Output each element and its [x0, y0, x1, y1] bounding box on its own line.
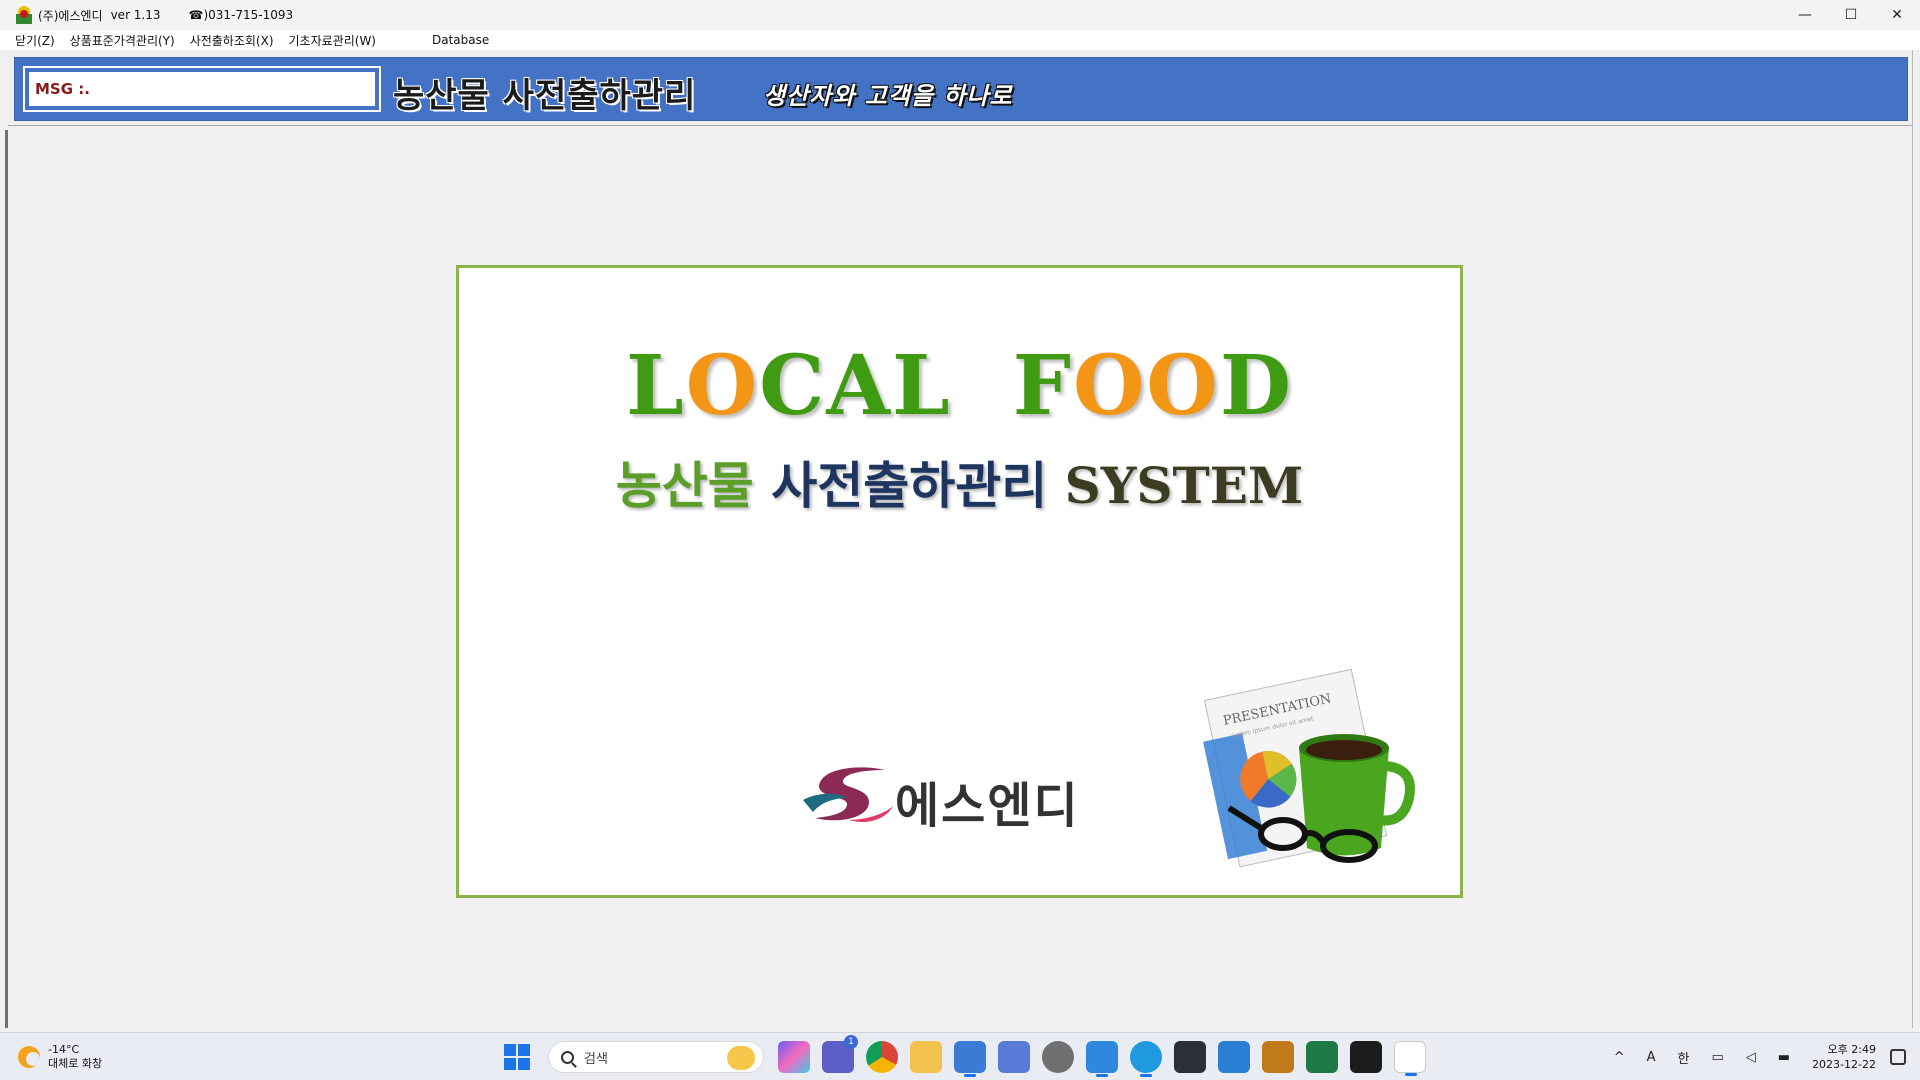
tray-chevron-icon[interactable]: ^ [1614, 1050, 1625, 1065]
system-subtitle: 농산물 사전출하관리 SYSTEM [459, 446, 1460, 518]
arrow-app-icon[interactable] [1086, 1041, 1118, 1077]
nox-app-icon[interactable] [1174, 1041, 1206, 1073]
subtitle-green: 농산물 [615, 457, 754, 515]
subtitle-olive: SYSTEM [1064, 456, 1304, 515]
minimize-button[interactable]: — [1782, 0, 1828, 30]
weather-temp: -14°C [48, 1043, 80, 1056]
clock-date: 2023-12-22 [1812, 1058, 1876, 1071]
menu-close[interactable]: 닫기(Z) [15, 32, 55, 49]
title-part: D [1219, 338, 1293, 434]
network-icon[interactable]: ▭ [1711, 1050, 1723, 1065]
edge-browser-icon[interactable] [1130, 1041, 1162, 1077]
search-highlight-icon [727, 1046, 755, 1070]
menu-bar: 닫기(Z) 상품표준가격관리(Y) 사전출하조회(X) 기초자료관리(W) Da… [0, 30, 1920, 50]
weather-desc: 대체로 화창 [48, 1057, 103, 1070]
settings-gear-icon[interactable] [1042, 1041, 1074, 1073]
company-s-logo-icon [803, 767, 893, 823]
search-placeholder: 검색 [584, 1051, 608, 1067]
excel-icon[interactable] [1306, 1041, 1338, 1073]
menu-standard-price[interactable]: 상품표준가격관리(Y) [70, 32, 175, 49]
remote-desktop-icon[interactable] [1218, 1041, 1250, 1073]
menu-database[interactable]: Database [432, 33, 489, 47]
weather-sun-icon [18, 1046, 40, 1068]
notification-icon[interactable] [1890, 1049, 1906, 1065]
terminal-icon[interactable] [1350, 1041, 1382, 1073]
start-button[interactable] [504, 1044, 530, 1070]
local-food-title: LOCAL FOOD [459, 338, 1460, 434]
menu-preshipment-inquiry[interactable]: 사전출하조회(X) [190, 32, 274, 49]
window-controls: — ☐ ✕ [1782, 0, 1920, 30]
left-border-line [5, 130, 8, 1028]
version-label: ver 1.13 [110, 8, 161, 22]
msg-box-frame: MSG :. [23, 66, 381, 112]
file-explorer-icon[interactable] [910, 1041, 942, 1073]
media-app-icon[interactable] [1262, 1041, 1294, 1073]
menu-basic-data[interactable]: 기초자료관리(W) [289, 32, 376, 49]
copilot-icon[interactable] [778, 1041, 810, 1073]
clock-time: 오후 2:49 [1827, 1043, 1876, 1056]
phone-label: ☎)031-715-1093 [188, 8, 294, 22]
header-banner: MSG :. 농산물 사전출하관리 생산자와 고객을 하나로 [14, 57, 1908, 121]
weather-widget[interactable]: -14°C 대체로 화창 [18, 1043, 102, 1071]
battery-icon[interactable]: ▬ [1778, 1050, 1790, 1065]
company-logo: 에스엔디 [799, 758, 1139, 834]
banner-title: 농산물 사전출하관리 [393, 76, 697, 116]
msg-field[interactable]: MSG :. [29, 72, 375, 106]
maximize-button[interactable]: ☐ [1828, 0, 1874, 30]
banner-slogan: 생산자와 고객을 하나로 [763, 82, 1013, 110]
media-player-icon[interactable] [998, 1041, 1030, 1073]
taskbar-apps: 검색 1 [504, 1035, 1438, 1077]
snd-app-icon[interactable] [1394, 1041, 1426, 1076]
company-name: 에스엔디 [895, 778, 1080, 834]
right-border-line [1912, 50, 1913, 1028]
volume-icon[interactable]: ◁ [1746, 1050, 1756, 1065]
title-part: L [626, 338, 686, 434]
search-icon [561, 1050, 574, 1064]
taskbar: -14°C 대체로 화창 검색 1 ^ A 한 ▭ ◁ ▬ 오후 2:49 20… [0, 1032, 1920, 1080]
title-part: OO [1072, 338, 1220, 434]
title-bar: (주)에스엔디 ver 1.13 ☎)031-715-1093 — ☐ ✕ [0, 0, 1920, 30]
mail-icon[interactable] [954, 1041, 986, 1077]
system-tray: ^ A 한 ▭ ◁ ▬ 오후 2:49 2023-12-22 [1614, 1033, 1906, 1080]
window-title: (주)에스엔디 [38, 8, 103, 23]
header-divider [8, 125, 1912, 126]
close-button[interactable]: ✕ [1874, 0, 1920, 30]
chrome-icon[interactable] [866, 1041, 898, 1073]
ime-indicator[interactable]: 한 [1678, 1048, 1690, 1067]
title-part: CAL F [759, 338, 1073, 434]
taskbar-search[interactable]: 검색 [548, 1041, 764, 1073]
splash-panel: LOCAL FOOD 농산물 사전출하관리 SYSTEM 에스엔디 PRESEN… [456, 265, 1463, 898]
subtitle-navy: 사전출하관리 [771, 457, 1048, 515]
clock[interactable]: 오후 2:49 2023-12-22 [1812, 1042, 1876, 1072]
notification-badge: 1 [844, 1035, 858, 1049]
teams-chat-icon[interactable]: 1 [822, 1035, 858, 1073]
tray-font-icon[interactable]: A [1647, 1050, 1656, 1065]
app-logo-icon [16, 6, 32, 24]
title-part: O [685, 338, 760, 434]
presentation-coffee-clipart: PRESENTATION Lorem ipsum dolor sit amet [1203, 668, 1415, 868]
